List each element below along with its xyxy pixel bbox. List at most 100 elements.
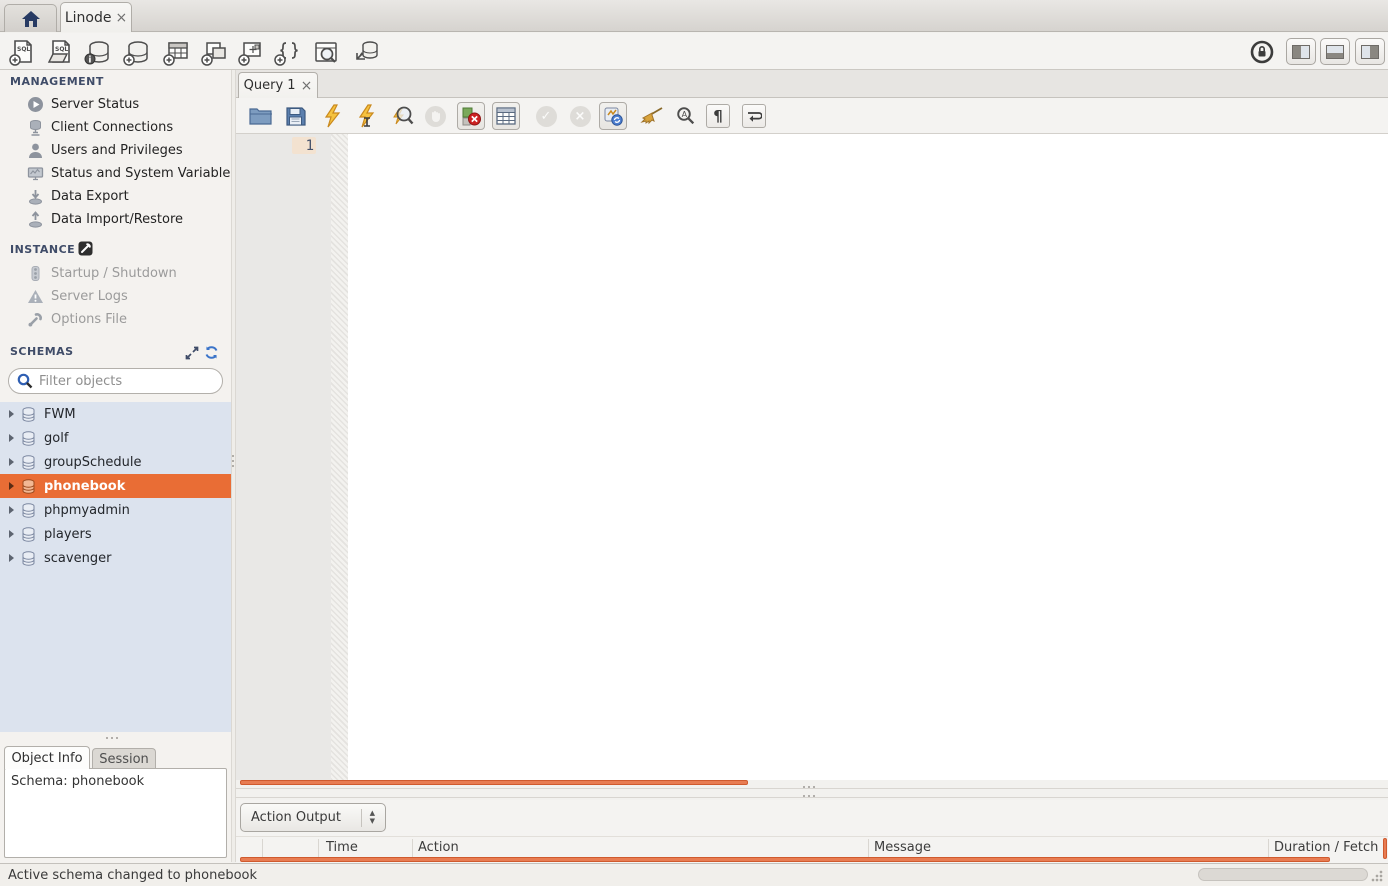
query-tab-close-icon[interactable]: × [301,79,313,93]
schema-row-golf[interactable]: golf [0,426,231,450]
find-button[interactable]: A [672,102,700,130]
client-connections-icon [27,119,44,136]
filter-magnifier-icon [17,373,33,389]
search-table-data-button[interactable] [310,37,342,67]
stop-query-button[interactable] [421,102,449,130]
expand-arrow-icon[interactable] [9,458,14,466]
output-splitter-handle[interactable] [803,786,815,788]
create-procedure-button[interactable] [235,37,267,67]
open-sql-script-button[interactable]: SQL [44,37,76,67]
sidebar-item-status-system-variables[interactable]: Status and System Variables [0,162,231,185]
new-sql-tab-button[interactable]: SQL [6,37,38,67]
create-schema-button[interactable] [121,37,153,67]
schema-row-phonebook-selected[interactable]: phonebook [0,474,231,498]
tab-query-1[interactable]: Query 1 × [238,72,318,98]
toggle-right-panel-button[interactable] [1355,38,1385,65]
toggle-bottom-panel-button[interactable] [1320,38,1350,65]
expand-arrow-icon[interactable] [9,434,14,442]
sidebar-splitter-handle[interactable] [106,737,118,739]
beautify-query-button[interactable] [638,102,666,130]
sidebar-item-label: Startup / Shutdown [51,266,177,281]
home-tab[interactable] [4,4,57,32]
output-type-selector[interactable]: Action Output ▲▼ [240,803,386,832]
mysql-workbench-window: Linode × SQL SQL i [0,0,1388,886]
schema-row-players[interactable]: players [0,522,231,546]
bottom-panel-icon [1326,45,1344,59]
expand-panel-icon[interactable] [185,346,200,361]
connection-tab-bar: Linode × [0,0,1388,32]
limit-rows-button[interactable] [492,102,520,130]
toggle-stop-on-error-button[interactable] [457,102,485,130]
server-status-icon [27,96,44,113]
output-panel: Action Output ▲▼ Time Action Message Dur… [236,800,1388,863]
schema-row-phpmyadmin[interactable]: phpmyadmin [0,498,231,522]
save-script-button[interactable] [281,102,309,130]
explain-plan-button[interactable] [388,102,416,130]
output-grid-header: Time Action Message Duration / Fetch [236,836,1388,858]
svg-text:i: i [88,55,91,65]
home-icon [21,10,41,28]
rollback-button[interactable]: × [566,102,594,130]
column-header-duration-fetch[interactable]: Duration / Fetch [1274,840,1378,855]
toggle-autocommit-button[interactable] [599,102,627,130]
expand-arrow-icon[interactable] [9,506,14,514]
schema-row-groupschedule[interactable]: groupSchedule [0,450,231,474]
sidebar-item-label: Server Logs [51,289,128,304]
refresh-icon[interactable] [204,345,219,360]
schema-filter-input[interactable] [39,374,214,389]
create-table-button[interactable] [160,37,192,67]
create-view-button[interactable] [198,37,230,67]
expand-arrow-icon[interactable] [9,410,14,418]
execute-current-button[interactable] [353,102,381,130]
output-splitter-handle[interactable] [803,795,815,797]
instance-section-title: INSTANCE [10,243,75,256]
connection-tab[interactable]: Linode × [60,2,132,32]
sidebar-item-server-logs[interactable]: Server Logs [0,285,231,308]
sql-editor-canvas[interactable] [348,134,1388,780]
sidebar-item-label: Users and Privileges [51,143,183,158]
sidebar-item-options-file[interactable]: Options File [0,308,231,331]
schema-row-fwm[interactable]: FWM [0,402,231,426]
schema-icon [21,527,36,542]
open-script-button[interactable] [247,102,275,130]
schema-filter-box [8,368,223,394]
sidebar-item-startup-shutdown[interactable]: Startup / Shutdown [0,262,231,285]
wrap-text-button[interactable] [742,104,766,128]
schema-name: groupSchedule [44,455,142,470]
expand-arrow-icon[interactable] [9,482,14,490]
create-function-button[interactable] [271,37,303,67]
selector-spinner-icon: ▲▼ [361,809,375,827]
tab-object-info[interactable]: Object Info [4,746,90,769]
column-header-time[interactable]: Time [326,840,358,855]
window-resize-grip[interactable] [1368,868,1384,883]
reconnect-dbms-button[interactable] [351,37,383,67]
splitter-line [236,788,1388,789]
sidebar-item-data-import[interactable]: Data Import/Restore [0,208,231,231]
schema-name: phpmyadmin [44,503,130,518]
schema-inspector-button[interactable]: i [82,37,114,67]
execute-all-button[interactable] [318,102,346,130]
statusbar-scroll-thumb[interactable] [1198,868,1368,881]
schema-name: phonebook [44,479,125,494]
connection-tab-close-icon[interactable]: × [115,11,127,25]
sidebar-item-client-connections[interactable]: Client Connections [0,116,231,139]
tab-session[interactable]: Session [92,748,156,769]
schema-name: golf [44,431,68,446]
commit-button[interactable]: ✓ [532,102,560,130]
expand-arrow-icon[interactable] [9,554,14,562]
output-vscrollbar[interactable] [1383,838,1387,859]
toggle-left-panel-button[interactable] [1286,38,1316,65]
output-hscrollbar[interactable] [240,857,1330,862]
object-info-content: Schema: phonebook [4,768,227,858]
traffic-light-icon [27,265,44,282]
sidebar-item-data-export[interactable]: Data Export [0,185,231,208]
sidebar-item-server-status[interactable]: Server Status [0,93,231,116]
column-header-message[interactable]: Message [874,840,931,855]
schema-row-scavenger[interactable]: scavenger [0,546,231,570]
svg-text:SQL: SQL [17,46,30,53]
invisible-chars-button[interactable]: ¶ [706,104,730,128]
editor-hscrollbar[interactable] [240,780,748,785]
column-header-action[interactable]: Action [418,840,459,855]
expand-arrow-icon[interactable] [9,530,14,538]
sidebar-item-users-privileges[interactable]: Users and Privileges [0,139,231,162]
